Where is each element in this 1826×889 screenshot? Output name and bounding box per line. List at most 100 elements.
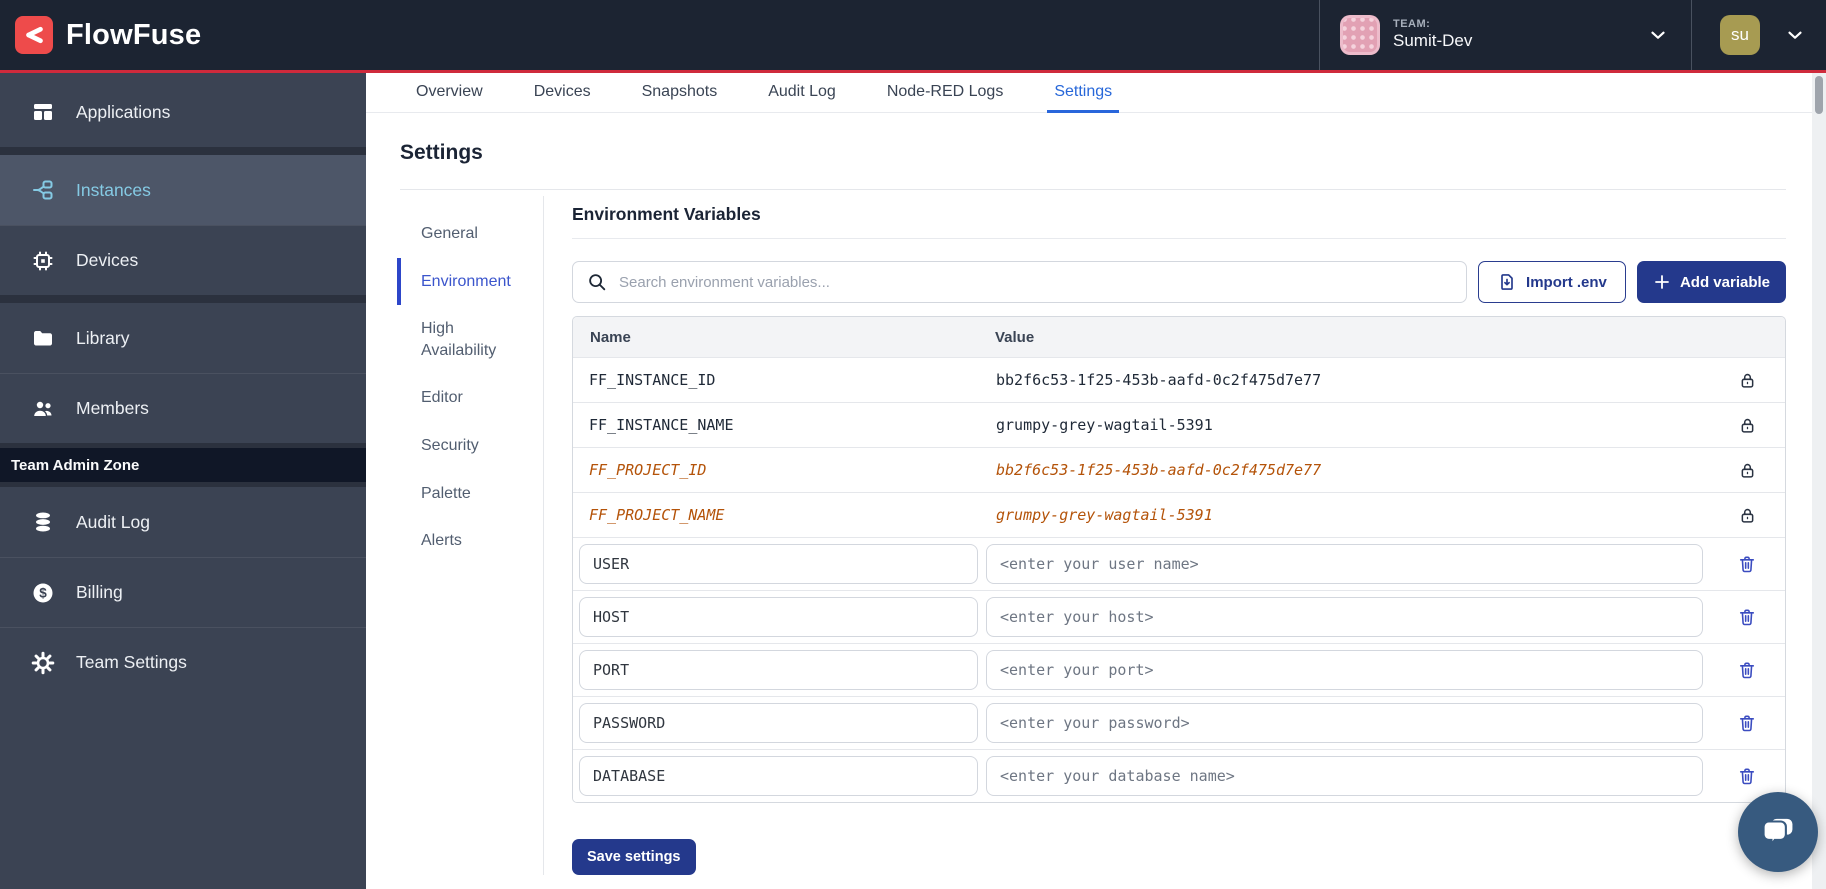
sidebar-item-applications[interactable]: Applications — [0, 77, 366, 147]
brand-name: FlowFuse — [66, 19, 201, 52]
environment-panel: Environment Variables — [544, 196, 1786, 875]
svg-text:$: $ — [39, 585, 47, 600]
brand[interactable]: FlowFuse — [15, 16, 201, 54]
subnav-item-security[interactable]: Security — [397, 422, 520, 470]
env-var-row-readonly: FF_PROJECT_ID bb2f6c53-1f25-453b-aafd-0c… — [573, 447, 1785, 492]
sidebar-item-team-settings[interactable]: Team Settings — [0, 627, 366, 697]
import-env-button[interactable]: Import .env — [1478, 261, 1626, 303]
delete-variable-button[interactable] — [1735, 658, 1759, 682]
lock-icon — [1738, 461, 1757, 480]
import-env-label: Import .env — [1526, 274, 1607, 291]
team-label: TEAM: — [1393, 18, 1472, 31]
user-menu[interactable]: su — [1691, 0, 1806, 70]
sidebar-item-label: Members — [76, 398, 149, 419]
database-icon — [31, 510, 55, 534]
sidebar-item-audit-log[interactable]: Audit Log — [0, 487, 366, 557]
lock-icon — [1738, 506, 1757, 525]
env-var-value-input[interactable] — [986, 703, 1703, 743]
main-content: Overview Devices Snapshots Audit Log Nod… — [366, 73, 1812, 889]
page-title: Settings — [400, 141, 1786, 165]
sidebar-item-library[interactable]: Library — [0, 303, 366, 373]
users-icon — [31, 397, 55, 421]
search-input[interactable] — [572, 261, 1467, 303]
env-var-name-input[interactable] — [579, 650, 978, 690]
env-var-value-input[interactable] — [986, 597, 1703, 637]
environment-variables-heading: Environment Variables — [572, 204, 1786, 239]
tab-devices[interactable]: Devices — [527, 73, 598, 113]
add-variable-label: Add variable — [1680, 274, 1770, 291]
sidebar-item-label: Applications — [76, 102, 170, 123]
chevron-down-icon[interactable] — [1784, 24, 1806, 46]
user-avatar[interactable]: su — [1720, 15, 1760, 55]
env-var-value-input[interactable] — [986, 756, 1703, 796]
vertical-scrollbar[interactable] — [1812, 73, 1826, 889]
env-controls: Import .env Add variable — [572, 261, 1786, 303]
env-variables-table: Name Value FF_INSTANCE_ID bb2f6c53-1f25-… — [572, 316, 1786, 803]
subnav-item-environment[interactable]: Environment — [397, 258, 520, 306]
sidebar-item-members[interactable]: Members — [0, 373, 366, 443]
sidebar-item-label: Audit Log — [76, 512, 150, 533]
document-download-icon — [1497, 272, 1517, 292]
search-box — [572, 261, 1467, 303]
column-header-value: Value — [986, 329, 1709, 346]
chat-launcher-button[interactable] — [1738, 792, 1818, 872]
chevron-down-icon[interactable] — [1647, 24, 1669, 46]
tab-audit-log[interactable]: Audit Log — [761, 73, 843, 113]
chat-bubbles-icon — [1757, 811, 1799, 853]
tab-node-red-logs[interactable]: Node-RED Logs — [880, 73, 1011, 113]
env-var-row-readonly: FF_INSTANCE_NAME grumpy-grey-wagtail-539… — [573, 402, 1785, 447]
env-var-value: grumpy-grey-wagtail-5391 — [986, 506, 1709, 524]
add-variable-button[interactable]: Add variable — [1637, 261, 1786, 303]
table-header: Name Value — [573, 317, 1785, 357]
table-body: FF_INSTANCE_ID bb2f6c53-1f25-453b-aafd-0… — [573, 357, 1785, 802]
sidebar-item-label: Billing — [76, 582, 123, 603]
team-selector[interactable]: TEAM: Sumit-Dev — [1319, 0, 1691, 70]
env-var-value-input[interactable] — [986, 544, 1703, 584]
env-var-name-input[interactable] — [579, 544, 978, 584]
sidebar: Applications Instances — [0, 73, 366, 889]
env-var-value: bb2f6c53-1f25-453b-aafd-0c2f475d7e77 — [986, 371, 1709, 389]
env-var-name: FF_PROJECT_NAME — [573, 506, 986, 524]
env-var-name: FF_PROJECT_ID — [573, 461, 986, 479]
delete-variable-button[interactable] — [1735, 605, 1759, 629]
sidebar-item-devices[interactable]: Devices — [0, 225, 366, 295]
env-var-name-input[interactable] — [579, 703, 978, 743]
env-var-row-editable — [573, 749, 1785, 802]
env-var-row-editable — [573, 643, 1785, 696]
sidebar-item-instances[interactable]: Instances — [0, 155, 366, 225]
flowfuse-logo-icon — [15, 16, 53, 54]
scrollbar-thumb[interactable] — [1815, 76, 1823, 114]
subnav-item-general[interactable]: General — [397, 210, 520, 258]
lock-icon — [1738, 371, 1757, 390]
env-var-name-input[interactable] — [579, 597, 978, 637]
delete-variable-button[interactable] — [1735, 552, 1759, 576]
delete-variable-button[interactable] — [1735, 711, 1759, 735]
tab-settings[interactable]: Settings — [1047, 73, 1119, 113]
page-divider — [400, 189, 1786, 190]
sidebar-item-billing[interactable]: $ Billing — [0, 557, 366, 627]
delete-variable-button[interactable] — [1735, 764, 1759, 788]
folder-icon — [31, 326, 55, 350]
env-var-name: FF_INSTANCE_ID — [573, 371, 986, 389]
sidebar-divider — [0, 147, 366, 155]
trash-icon — [1737, 713, 1757, 733]
subnav-item-high-availability[interactable]: High Availability — [397, 305, 520, 374]
env-var-row-readonly: FF_INSTANCE_ID bb2f6c53-1f25-453b-aafd-0… — [573, 357, 1785, 402]
instance-tabs: Overview Devices Snapshots Audit Log Nod… — [366, 73, 1812, 113]
env-var-row-editable — [573, 696, 1785, 749]
subnav-item-alerts[interactable]: Alerts — [397, 517, 520, 565]
tab-snapshots[interactable]: Snapshots — [635, 73, 725, 113]
tab-overview[interactable]: Overview — [409, 73, 490, 113]
lock-icon — [1738, 416, 1757, 435]
env-var-value-input[interactable] — [986, 650, 1703, 690]
sidebar-divider — [0, 295, 366, 303]
env-var-value: grumpy-grey-wagtail-5391 — [986, 416, 1709, 434]
search-icon — [586, 271, 608, 293]
subnav-item-editor[interactable]: Editor — [397, 374, 520, 422]
save-settings-button[interactable]: Save settings — [572, 839, 696, 875]
subnav-item-palette[interactable]: Palette — [397, 470, 520, 518]
plus-icon — [1653, 273, 1671, 291]
team-name: Sumit-Dev — [1393, 31, 1472, 51]
settings-page: Settings General Environment High Availa… — [366, 113, 1812, 875]
env-var-name-input[interactable] — [579, 756, 978, 796]
